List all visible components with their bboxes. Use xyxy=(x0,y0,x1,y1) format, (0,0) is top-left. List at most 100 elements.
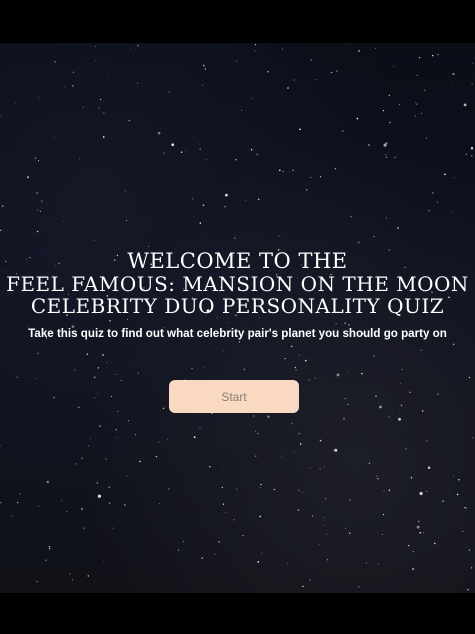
star xyxy=(180,151,183,153)
star xyxy=(124,504,126,506)
star xyxy=(453,475,455,477)
star xyxy=(95,60,97,62)
star xyxy=(409,391,411,393)
star xyxy=(348,323,350,326)
star xyxy=(419,532,421,534)
star xyxy=(344,322,346,324)
star xyxy=(221,486,224,489)
star xyxy=(209,465,211,468)
star xyxy=(291,422,293,425)
star xyxy=(465,154,467,155)
quiz-title-line-3: CELEBRITY DUO PERSONALITY QUIZ xyxy=(30,294,445,318)
star xyxy=(313,566,315,567)
star xyxy=(399,383,401,385)
star xyxy=(456,493,459,496)
star xyxy=(234,237,236,239)
star xyxy=(105,458,107,460)
star xyxy=(267,71,269,73)
star xyxy=(222,503,225,505)
star xyxy=(472,63,473,64)
star xyxy=(464,507,466,508)
star xyxy=(290,345,293,348)
star xyxy=(259,515,262,518)
star xyxy=(37,352,40,355)
star xyxy=(245,200,246,201)
star xyxy=(358,241,361,244)
star xyxy=(295,369,297,371)
star xyxy=(401,368,403,370)
start-button[interactable]: Start xyxy=(169,380,299,413)
star xyxy=(112,527,114,529)
star xyxy=(299,128,301,131)
star xyxy=(199,222,202,224)
star xyxy=(199,148,201,150)
star xyxy=(436,201,438,203)
star xyxy=(465,507,467,509)
star xyxy=(278,235,280,237)
star xyxy=(310,59,313,62)
star xyxy=(420,112,422,114)
star xyxy=(319,468,321,470)
star xyxy=(115,429,118,431)
star xyxy=(234,109,236,111)
star xyxy=(162,407,165,410)
star xyxy=(466,153,468,155)
star xyxy=(319,439,322,442)
star xyxy=(314,377,316,379)
star xyxy=(35,378,37,380)
star xyxy=(305,188,308,191)
star xyxy=(368,144,370,146)
star xyxy=(470,567,473,569)
star xyxy=(204,68,207,70)
star xyxy=(368,462,370,464)
star xyxy=(452,73,455,76)
star xyxy=(419,491,423,496)
star xyxy=(383,143,387,147)
star xyxy=(458,479,460,481)
star xyxy=(344,398,346,400)
star xyxy=(177,549,180,552)
star xyxy=(345,527,347,529)
star xyxy=(434,542,436,545)
star xyxy=(16,376,18,378)
star xyxy=(261,552,263,554)
star xyxy=(388,416,390,418)
star xyxy=(426,490,428,492)
star xyxy=(224,205,226,208)
star xyxy=(97,494,101,498)
star xyxy=(46,480,50,484)
star xyxy=(385,217,387,219)
star xyxy=(418,520,420,523)
star xyxy=(286,562,288,564)
star xyxy=(418,56,421,59)
star xyxy=(348,371,349,373)
star xyxy=(444,173,446,176)
star xyxy=(411,567,415,571)
star xyxy=(349,499,351,501)
star xyxy=(168,91,170,93)
star xyxy=(279,169,281,172)
star xyxy=(319,544,320,546)
star xyxy=(332,450,334,451)
starfield-background: WELCOME TO THE FEEL FAMOUS: MANSION ON T… xyxy=(0,43,475,593)
star xyxy=(11,515,13,517)
star xyxy=(309,579,311,581)
star xyxy=(449,490,451,492)
star xyxy=(126,318,129,321)
star xyxy=(426,137,427,139)
star xyxy=(225,193,228,197)
star xyxy=(470,146,474,150)
star xyxy=(236,488,238,490)
star xyxy=(202,204,205,207)
star xyxy=(254,44,256,46)
star xyxy=(468,376,471,379)
star xyxy=(350,216,352,218)
star xyxy=(82,106,84,108)
star xyxy=(383,490,385,492)
star xyxy=(394,156,396,158)
star xyxy=(284,357,286,360)
star xyxy=(342,130,344,132)
star xyxy=(353,399,354,401)
star xyxy=(405,448,407,450)
star xyxy=(336,70,338,72)
